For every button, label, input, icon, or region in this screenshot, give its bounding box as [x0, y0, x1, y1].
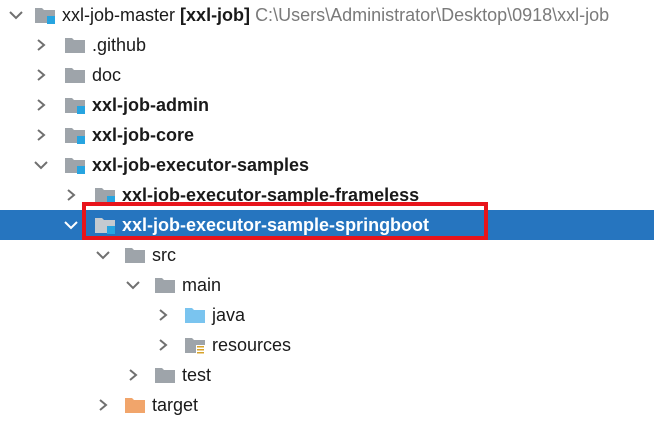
folder-icon: [64, 65, 86, 85]
tree-item-label: xxl-job-core: [92, 125, 195, 145]
folder-icon: [64, 35, 86, 55]
chevron-right-icon[interactable]: [60, 180, 82, 210]
tree-row-doc[interactable]: doc: [0, 60, 654, 90]
chevron-right-icon[interactable]: [30, 120, 52, 150]
chevron-right-icon[interactable]: [30, 60, 52, 90]
tree-row-resources[interactable]: resources: [0, 330, 654, 360]
tree-row-java[interactable]: java: [0, 300, 654, 330]
source-folder-icon: [184, 305, 206, 325]
project-tree: xxl-job-master [xxl-job] C:\Users\Admini…: [0, 0, 654, 424]
module-folder-icon: [64, 155, 86, 175]
tree-item-label: java: [212, 305, 246, 325]
module-folder-icon: [34, 5, 56, 25]
resources-folder-icon: [184, 335, 206, 355]
tree-row-xxl-job-admin[interactable]: xxl-job-admin: [0, 90, 654, 120]
excluded-folder-icon: [124, 395, 146, 415]
chevron-down-icon[interactable]: [60, 210, 82, 240]
chevron-right-icon[interactable]: [92, 390, 114, 420]
tree-row-target[interactable]: target: [0, 390, 654, 420]
tree-item-label: xxl-job-executor-sample-springboot: [122, 215, 430, 235]
tree-item-label: .github: [92, 35, 147, 55]
chevron-down-icon[interactable]: [5, 0, 27, 30]
root-name: xxl-job-master: [62, 5, 176, 25]
chevron-down-icon[interactable]: [92, 240, 114, 270]
tree-row-xxl-job-master[interactable]: xxl-job-master [xxl-job] C:\Users\Admini…: [0, 0, 654, 30]
root-path: C:\Users\Administrator\Desktop\0918\xxl-…: [255, 5, 610, 25]
tree-row-sample-springboot[interactable]: xxl-job-executor-sample-springboot: [0, 210, 654, 240]
tree-row-main[interactable]: main: [0, 270, 654, 300]
tree-item-label: test: [182, 365, 212, 385]
module-folder-icon: [94, 185, 116, 205]
tree-item-label: xxl-job-admin: [92, 95, 210, 115]
tree-row-xxl-job-core[interactable]: xxl-job-core: [0, 120, 654, 150]
tree-item-label: resources: [212, 335, 292, 355]
folder-icon: [154, 275, 176, 295]
module-folder-icon: [94, 215, 116, 235]
tree-row-src[interactable]: src: [0, 240, 654, 270]
tree-item-label: doc: [92, 65, 122, 85]
folder-icon: [124, 245, 146, 265]
module-folder-icon: [64, 95, 86, 115]
chevron-right-icon[interactable]: [30, 30, 52, 60]
tree-row-sample-frameless[interactable]: xxl-job-executor-sample-frameless: [0, 180, 654, 210]
root-module-name: [xxl-job]: [180, 5, 251, 25]
module-folder-icon: [64, 125, 86, 145]
tree-row-github[interactable]: .github: [0, 30, 654, 60]
chevron-down-icon[interactable]: [122, 270, 144, 300]
tree-item-label: main: [182, 275, 222, 295]
tree-item-label: xxl-job-executor-samples: [92, 155, 310, 175]
tree-item-label: xxl-job-executor-sample-frameless: [122, 185, 420, 205]
tree-item-label: src: [152, 245, 176, 265]
tree-row-xxl-job-executor-samples[interactable]: xxl-job-executor-samples: [0, 150, 654, 180]
tree-item-label: target: [152, 395, 199, 415]
chevron-right-icon[interactable]: [122, 360, 144, 390]
chevron-right-icon[interactable]: [152, 300, 174, 330]
chevron-down-icon[interactable]: [30, 150, 52, 180]
chevron-right-icon[interactable]: [152, 330, 174, 360]
tree-row-test[interactable]: test: [0, 360, 654, 390]
folder-icon: [154, 365, 176, 385]
chevron-right-icon[interactable]: [30, 90, 52, 120]
